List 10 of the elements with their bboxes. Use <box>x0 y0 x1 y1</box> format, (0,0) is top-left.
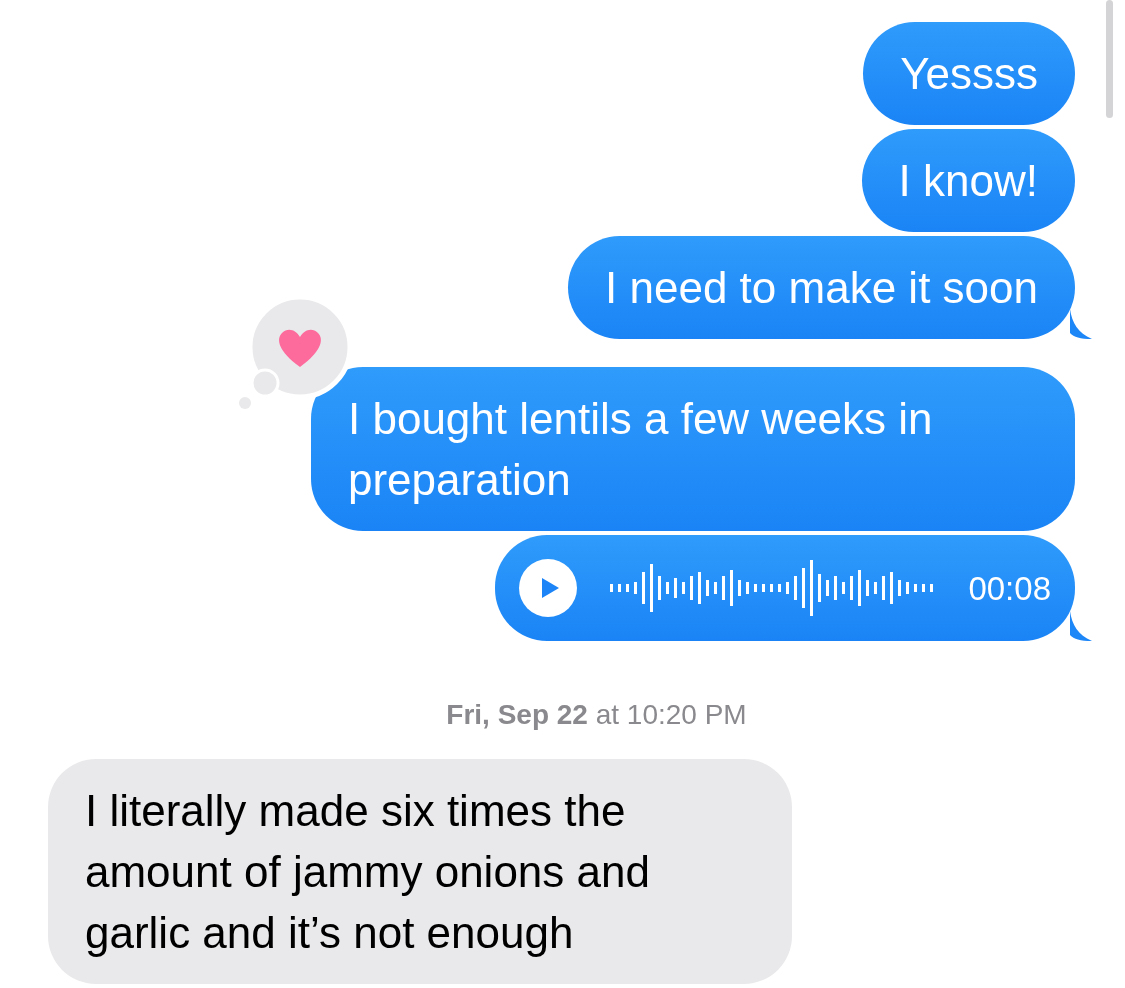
bubble-tail <box>1070 309 1092 339</box>
play-button[interactable] <box>519 559 577 617</box>
audio-message[interactable]: 00:08 <box>495 535 1075 641</box>
message-bubble: I know! <box>861 129 1075 232</box>
message-bubble: I literally made six times the amount of jammy onions and garlic and it’s not enough <box>48 759 792 984</box>
message-bubble: Yessss <box>863 22 1075 125</box>
timestamp: Fri, Sep 22 at 10:20 PM <box>445 699 748 731</box>
bubble-tail <box>1070 611 1092 641</box>
message-bubble: I need to make it soon <box>568 236 1075 339</box>
message-bubble: I bought lentils a few weeks in preparation <box>311 367 1075 531</box>
